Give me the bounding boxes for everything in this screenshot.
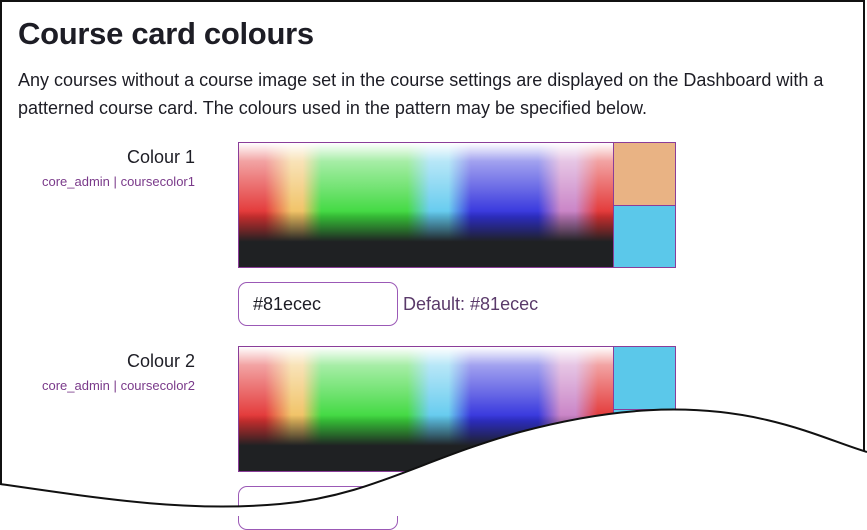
colour-1-label: Colour 1	[126, 147, 195, 167]
colour-1-hex-input[interactable]	[238, 282, 398, 326]
colour-2-spectrum-dark	[239, 415, 613, 471]
colour-1-component: core_admin	[41, 174, 110, 189]
colour-1-separator: |	[113, 174, 117, 189]
section-description: Any courses without a course image set i…	[18, 70, 824, 118]
colour-2-setting-name: core_admin | coursecolor2	[42, 378, 195, 393]
colour-2-key: coursecolor2	[120, 378, 195, 393]
colour-1-spectrum[interactable]	[238, 142, 614, 268]
colour-1-spectrum-light	[239, 143, 613, 218]
colour-2-hex-input[interactable]	[238, 486, 398, 530]
colour-2-spectrum[interactable]	[238, 346, 614, 472]
colour-2-picker[interactable]	[238, 346, 676, 472]
admin-settings-panel: Course card colours Any courses without …	[0, 0, 865, 530]
colour-2-spectrum-light	[239, 347, 613, 422]
colour-1-swatches	[614, 142, 676, 268]
colour-1-current-swatch	[614, 204, 675, 267]
colour-2-swatches	[614, 346, 676, 472]
colour-2-component: core_admin	[41, 378, 110, 393]
colour-2-current-swatch	[614, 408, 675, 471]
colour-1-picker[interactable]	[238, 142, 676, 268]
colour-1-setting-name: core_admin | coursecolor1	[42, 174, 195, 189]
colour-2-previous-swatch	[614, 347, 675, 409]
colour-1-previous-swatch	[614, 143, 675, 205]
colour-1-key: coursecolor1	[120, 174, 195, 189]
colour-2-label: Colour 2	[126, 351, 195, 371]
colour-1-spectrum-dark	[239, 211, 613, 267]
colour-1-default: Default: #81ecec	[403, 294, 539, 314]
colour-2-separator: |	[113, 378, 117, 393]
section-heading: Course card colours	[18, 16, 314, 51]
